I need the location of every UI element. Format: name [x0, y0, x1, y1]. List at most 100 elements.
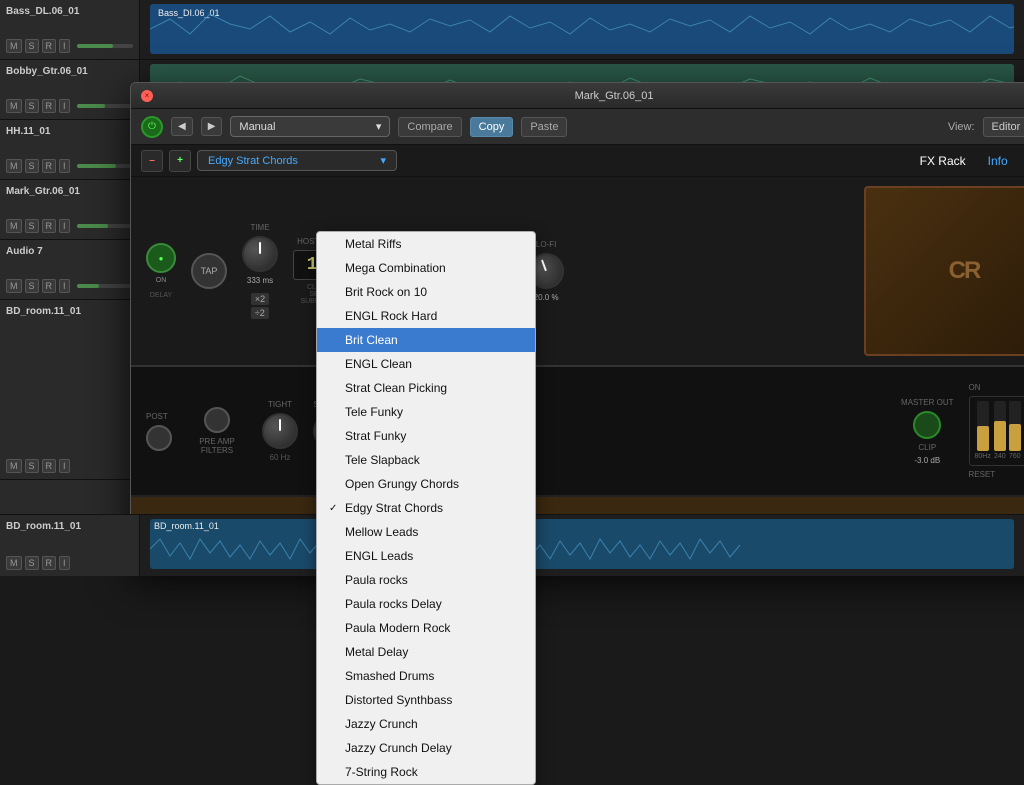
post-pre-group: POST [146, 412, 172, 451]
dropdown-item-tele-slapback[interactable]: Tele Slapback [317, 448, 535, 472]
solo-bd2[interactable]: S [25, 556, 39, 570]
input-btn-hh[interactable]: I [59, 159, 70, 173]
geq-reset-label[interactable]: RESET [969, 470, 1024, 479]
input-btn-audio7[interactable]: I [59, 279, 70, 293]
tight-knob[interactable] [262, 413, 298, 449]
track-controls-audio7: M S R I [6, 279, 133, 293]
dropdown-item-engl-leads[interactable]: ENGL Leads [317, 544, 535, 568]
dropdown-item-engl-rock-hard[interactable]: ENGL Rock Hard [317, 304, 535, 328]
master-on-button[interactable] [913, 411, 941, 439]
amp-image: CR [864, 186, 1024, 356]
rec-bd2[interactable]: R [42, 556, 57, 570]
tab-fx-rack[interactable]: FX Rack [912, 154, 974, 168]
input-bd2[interactable]: I [59, 556, 70, 570]
dropdown-item-paula-rocks[interactable]: Paula rocks [317, 568, 535, 592]
track-fader-audio7[interactable] [77, 284, 133, 288]
mute-bd2[interactable]: M [6, 556, 22, 570]
close-button[interactable]: × [141, 90, 153, 102]
mute-btn-bd[interactable]: M [6, 459, 22, 473]
input-btn-mark[interactable]: I [59, 219, 70, 233]
track-fader-mark[interactable] [77, 224, 133, 228]
solo-btn-bobby[interactable]: S [25, 99, 39, 113]
bd-clip[interactable]: BD_room.11_01 [150, 519, 1014, 569]
geq-track-240[interactable] [994, 401, 1006, 451]
tab-info[interactable]: Info [980, 154, 1016, 168]
dropdown-item-strat-funky[interactable]: Strat Funky [317, 424, 535, 448]
input-btn-bd[interactable]: I [59, 459, 70, 473]
next-preset-button[interactable]: ▶ [201, 117, 223, 136]
rec-btn-bobby[interactable]: R [42, 99, 57, 113]
compare-button[interactable]: Compare [398, 117, 461, 137]
solo-btn-bd[interactable]: S [25, 459, 39, 473]
geq-bar-80hz: 80Hz [975, 401, 991, 460]
dropdown-item-brit-rock[interactable]: Brit Rock on 10 [317, 280, 535, 304]
pre-amp-filters-group: PRE AMP FILTERS [187, 407, 247, 455]
dropdown-item-smashed-drums[interactable]: Smashed Drums [317, 664, 535, 688]
delay-on-button[interactable]: ● [146, 243, 176, 273]
graphic-eq[interactable]: 80Hz 240 760 [969, 396, 1024, 466]
dropdown-item-metal-delay[interactable]: Metal Delay [317, 640, 535, 664]
preset-dropdown[interactable]: Metal Riffs Mega Combination Brit Rock o… [316, 231, 536, 785]
tap-button[interactable]: TAP [191, 253, 227, 289]
dropdown-item-mega[interactable]: Mega Combination [317, 256, 535, 280]
mute-btn-bobby[interactable]: M [6, 99, 22, 113]
paste-button[interactable]: Paste [521, 117, 567, 137]
dropdown-item-mellow[interactable]: Mellow Leads [317, 520, 535, 544]
divide-button[interactable]: ÷2 [251, 307, 269, 319]
preset-mode-selector[interactable]: Manual ▾ [230, 116, 390, 137]
track-fader-bass[interactable] [77, 44, 133, 48]
geq-track-80hz[interactable] [977, 401, 989, 451]
copy-button[interactable]: Copy [470, 117, 514, 137]
preset-minus-button[interactable]: – [141, 150, 163, 172]
rec-btn-audio7[interactable]: R [42, 279, 57, 293]
solo-btn-audio7[interactable]: S [25, 279, 39, 293]
track-controls-mark: M S R I [6, 219, 133, 233]
dropdown-item-edgy-strat[interactable]: ✓ Edgy Strat Chords [317, 496, 535, 520]
time-knob[interactable] [242, 236, 278, 272]
preset-plus-button[interactable]: + [169, 150, 191, 172]
rec-btn-hh[interactable]: R [42, 159, 57, 173]
mute-btn-bass[interactable]: M [6, 39, 22, 53]
mute-btn-audio7[interactable]: M [6, 279, 22, 293]
dropdown-item-tele-funky[interactable]: Tele Funky [317, 400, 535, 424]
x2-button[interactable]: ×2 [251, 293, 269, 305]
solo-btn-hh[interactable]: S [25, 159, 39, 173]
plugin-toolbar: ⏻ ◀ ▶ Manual ▾ Compare Copy Paste View: … [131, 109, 1024, 145]
dropdown-item-brit-clean[interactable]: Brit Clean [317, 328, 535, 352]
dropdown-item-jazzy[interactable]: Jazzy Crunch [317, 712, 535, 736]
post-knob[interactable] [146, 425, 172, 451]
waveform-clip-bass[interactable]: Bass_DI.06_01 [150, 4, 1014, 54]
dropdown-label-smashed-drums: Smashed Drums [345, 669, 434, 683]
geq-track-760[interactable] [1009, 401, 1021, 451]
lofi-label: LO-FI [536, 240, 556, 249]
input-btn-bobby[interactable]: I [59, 99, 70, 113]
editor-view-button[interactable]: Editor [983, 117, 1024, 137]
dropdown-item-strat-clean[interactable]: Strat Clean Picking [317, 376, 535, 400]
prev-preset-button[interactable]: ◀ [171, 117, 193, 136]
pre-knob[interactable] [204, 407, 230, 433]
rec-btn-bd[interactable]: R [42, 459, 57, 473]
dropdown-item-jazzy-delay[interactable]: Jazzy Crunch Delay [317, 736, 535, 760]
plugin-navbar: – + Edgy Strat Chords ▾ FX Rack Info Abo… [131, 145, 1024, 177]
dropdown-label-paula-rocks-delay: Paula rocks Delay [345, 597, 442, 611]
rec-btn-mark[interactable]: R [42, 219, 57, 233]
dropdown-item-7string[interactable]: 7-String Rock [317, 760, 535, 784]
input-btn-bass[interactable]: I [59, 39, 70, 53]
dropdown-item-distorted[interactable]: Distorted Synthbass [317, 688, 535, 712]
track-item-audio7: Audio 7 M S R I [0, 240, 139, 300]
dropdown-item-metal-riffs[interactable]: Metal Riffs [317, 232, 535, 256]
mute-btn-hh[interactable]: M [6, 159, 22, 173]
mute-btn-mark[interactable]: M [6, 219, 22, 233]
track-fader-hh[interactable] [77, 164, 133, 168]
dropdown-item-paula-rocks-delay[interactable]: Paula rocks Delay [317, 592, 535, 616]
dropdown-item-open-grungy[interactable]: Open Grungy Chords [317, 472, 535, 496]
track-fader-fill-bass [77, 44, 114, 48]
rec-btn-bass[interactable]: R [42, 39, 57, 53]
solo-btn-bass[interactable]: S [25, 39, 39, 53]
dropdown-item-paula-modern[interactable]: Paula Modern Rock [317, 616, 535, 640]
preset-name-selector[interactable]: Edgy Strat Chords ▾ [197, 150, 397, 171]
dropdown-item-engl-clean[interactable]: ENGL Clean [317, 352, 535, 376]
power-button[interactable]: ⏻ [141, 116, 163, 138]
solo-btn-mark[interactable]: S [25, 219, 39, 233]
track-fader-bobby[interactable] [77, 104, 133, 108]
